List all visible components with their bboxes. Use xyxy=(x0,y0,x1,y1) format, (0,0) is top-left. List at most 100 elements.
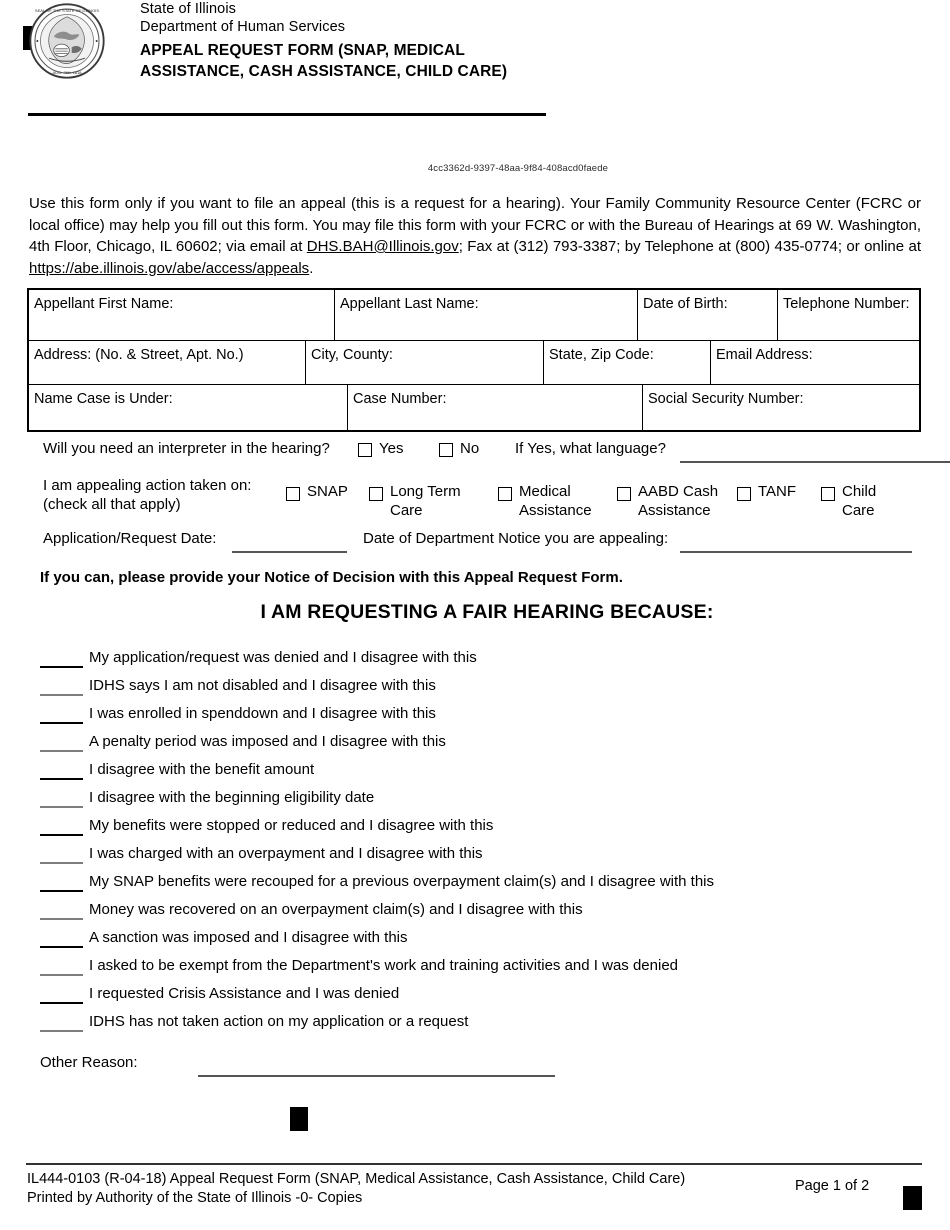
form-title-line-1: APPEAL REQUEST FORM (SNAP, MEDICAL xyxy=(140,42,465,59)
field-state-zip-code[interactable]: State, Zip Code: xyxy=(543,341,710,384)
intro-part-3: . xyxy=(309,259,314,277)
field-address[interactable]: Address: (No. & Street, Apt. No.) xyxy=(29,341,305,384)
checkbox-tanf[interactable] xyxy=(737,487,751,501)
reason-text: My application/request was denied and I … xyxy=(89,649,477,666)
checkbox-child-care[interactable] xyxy=(821,487,835,501)
reason-text: A penalty period was imposed and I disag… xyxy=(89,733,446,750)
field-label: Social Security Number: xyxy=(648,391,804,407)
field-appellant-first-name[interactable]: Appellant First Name: xyxy=(29,290,334,340)
fair-hearing-section-heading: I AM REQUESTING A FAIR HEARING BECAUSE: xyxy=(0,601,950,624)
illinois-state-seal-icon: SEAL OF THE STATE OF ILLINOIS AUG. 26th … xyxy=(28,2,106,80)
other-reason-row: Other Reason: xyxy=(40,1054,640,1080)
reason-text: I asked to be exempt from the Department… xyxy=(89,957,678,974)
reason-blank-line[interactable] xyxy=(40,778,83,781)
program-label-snap: SNAP xyxy=(307,482,348,501)
field-date-of-birth[interactable]: Date of Birth: xyxy=(637,290,777,340)
field-email-address[interactable]: Email Address: xyxy=(710,341,919,384)
footer-form-id-line: IL444-0103 (R-04-18) Appeal Request Form… xyxy=(27,1171,686,1187)
program-label-line-2: Assistance xyxy=(638,502,711,519)
header-divider xyxy=(28,113,546,116)
reason-blank-line[interactable] xyxy=(40,694,83,696)
reason-blank-line[interactable] xyxy=(40,722,83,725)
table-row: Appellant First Name: Appellant Last Nam… xyxy=(29,290,919,340)
footer-divider xyxy=(26,1163,922,1165)
list-item[interactable]: I was charged with an overpayment and I … xyxy=(40,844,930,872)
field-case-number[interactable]: Case Number: xyxy=(347,385,642,430)
field-telephone-number[interactable]: Telephone Number: xyxy=(777,290,919,340)
list-item[interactable]: Money was recovered on an overpayment cl… xyxy=(40,900,930,928)
program-label-line-1: Child xyxy=(842,483,877,500)
list-item[interactable]: I asked to be exempt from the Department… xyxy=(40,956,930,984)
field-name-case-is-under[interactable]: Name Case is Under: xyxy=(29,385,347,430)
list-item[interactable]: My benefits were stopped or reduced and … xyxy=(40,816,930,844)
field-label: Case Number: xyxy=(353,391,447,407)
list-item[interactable]: I requested Crisis Assistance and I was … xyxy=(40,984,930,1012)
field-label: Telephone Number: xyxy=(783,296,910,312)
interpreter-yes-checkbox[interactable] xyxy=(358,443,372,457)
reason-blank-line[interactable] xyxy=(40,946,83,949)
reason-blank-line[interactable] xyxy=(40,890,83,893)
field-appellant-last-name[interactable]: Appellant Last Name: xyxy=(334,290,637,340)
appeals-url-link[interactable]: https://abe.illinois.gov/abe/access/appe… xyxy=(29,260,309,277)
checkbox-snap[interactable] xyxy=(286,487,300,501)
appealing-action-lead-line-1: I am appealing action taken on: xyxy=(43,477,252,494)
checkbox-medical-assistance[interactable] xyxy=(498,487,512,501)
department-notice-date-input-line[interactable] xyxy=(680,551,912,553)
language-input-line[interactable] xyxy=(680,461,950,463)
reason-blank-line[interactable] xyxy=(40,918,83,920)
list-item[interactable]: A penalty period was imposed and I disag… xyxy=(40,732,930,760)
reason-blank-line[interactable] xyxy=(40,862,83,864)
program-label-line-1: Medical xyxy=(519,483,571,500)
checkbox-long-term-care[interactable] xyxy=(369,487,383,501)
list-item[interactable]: IDHS says I am not disabled and I disagr… xyxy=(40,676,930,704)
reason-text: IDHS has not taken action on my applicat… xyxy=(89,1013,469,1030)
list-item[interactable]: I was enrolled in spenddown and I disagr… xyxy=(40,704,930,732)
reason-blank-line[interactable] xyxy=(40,750,83,752)
application-request-date-input-line[interactable] xyxy=(232,551,347,553)
reason-blank-line[interactable] xyxy=(40,834,83,837)
reason-blank-line[interactable] xyxy=(40,806,83,808)
footer-text-block: IL444-0103 (R-04-18) Appeal Request Form… xyxy=(27,1170,685,1208)
application-request-date-label: Application/Request Date: xyxy=(43,530,217,547)
interpreter-question-label: Will you need an interpreter in the hear… xyxy=(43,440,330,457)
checkbox-aabd-cash-assistance[interactable] xyxy=(617,487,631,501)
interpreter-no-checkbox[interactable] xyxy=(439,443,453,457)
program-label-line-1: TANF xyxy=(758,483,797,500)
reason-blank-line[interactable] xyxy=(40,974,83,976)
fiducial-mark-bottom-center xyxy=(290,1107,308,1131)
appealing-action-lead-line-2: (check all that apply) xyxy=(43,496,181,513)
fair-hearing-section-heading-text: I AM REQUESTING A FAIR HEARING BECAUSE: xyxy=(260,601,714,623)
bureau-email-link[interactable]: DHS.BAH@Illinois.gov xyxy=(307,238,459,255)
intro-paragraph: Use this form only if you want to file a… xyxy=(29,193,921,279)
reason-text: I was enrolled in spenddown and I disagr… xyxy=(89,705,436,722)
appealing-action-lead: I am appealing action taken on: (check a… xyxy=(43,476,251,514)
field-label: State, Zip Code: xyxy=(549,347,654,363)
program-label-line-1: SNAP xyxy=(307,483,348,500)
list-item[interactable]: IDHS has not taken action on my applicat… xyxy=(40,1012,930,1040)
list-item[interactable]: I disagree with the beginning eligibilit… xyxy=(40,788,930,816)
program-label-tanf: TANF xyxy=(758,482,796,501)
reason-text: I was charged with an overpayment and I … xyxy=(89,845,483,862)
header-text-block: State of Illinois Department of Human Se… xyxy=(140,0,560,82)
list-item[interactable]: My application/request was denied and I … xyxy=(40,648,930,676)
field-label: Date of Birth: xyxy=(643,296,728,312)
dates-row: Application/Request Date: Date of Depart… xyxy=(43,530,933,554)
language-question-label: If Yes, what language? xyxy=(515,440,666,457)
document-uuid: 4cc3362d-9397-48aa-9f84-408acd0faede xyxy=(0,163,950,174)
list-item[interactable]: I disagree with the benefit amount xyxy=(40,760,930,788)
table-row: Address: (No. & Street, Apt. No.) City, … xyxy=(29,340,919,384)
list-item[interactable]: A sanction was imposed and I disagree wi… xyxy=(40,928,930,956)
reason-blank-line[interactable] xyxy=(40,666,83,669)
program-label-child-care: Child Care xyxy=(842,482,876,520)
interpreter-yes-label: Yes xyxy=(379,440,404,457)
svg-text:AUG. 26th 1818: AUG. 26th 1818 xyxy=(52,70,82,75)
table-row: Name Case is Under: Case Number: Social … xyxy=(29,384,919,430)
field-label: City, County: xyxy=(311,347,393,363)
list-item[interactable]: My SNAP benefits were recouped for a pre… xyxy=(40,872,930,900)
field-city-county[interactable]: City, County: xyxy=(305,341,543,384)
other-reason-input-line[interactable] xyxy=(198,1075,555,1077)
reason-blank-line[interactable] xyxy=(40,1002,83,1005)
reason-blank-line[interactable] xyxy=(40,1030,83,1032)
program-label-line-2: Care xyxy=(842,502,875,519)
field-social-security-number[interactable]: Social Security Number: xyxy=(642,385,919,430)
